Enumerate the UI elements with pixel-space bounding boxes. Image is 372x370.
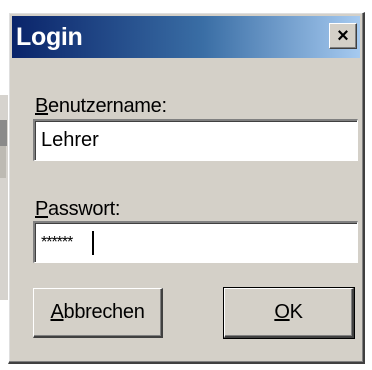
- ok-button-accelerator: O: [274, 301, 290, 323]
- close-button[interactable]: ×: [329, 23, 357, 49]
- ok-button[interactable]: OK: [223, 287, 355, 339]
- background-window-fragment: [0, 146, 6, 178]
- password-label-text: asswort:: [48, 198, 121, 220]
- dialog-title: Login: [16, 22, 83, 51]
- ok-button-label: K: [289, 301, 303, 323]
- background-window-strip: [0, 0, 372, 8]
- username-label-accelerator: B: [35, 95, 49, 117]
- cancel-button-label: bbrechen: [63, 301, 145, 323]
- cancel-button-accelerator: A: [50, 301, 64, 323]
- title-bar[interactable]: Login ×: [12, 16, 360, 58]
- username-label-text: enutzername:: [48, 95, 167, 117]
- background-window-fragment: [0, 300, 8, 350]
- cancel-button[interactable]: Abbrechen: [33, 288, 163, 338]
- password-field[interactable]: [33, 221, 358, 263]
- password-label-accelerator: P: [35, 198, 49, 220]
- close-icon: ×: [337, 25, 349, 47]
- username-label: Benutzername:: [35, 95, 167, 118]
- background-window-right: [364, 60, 372, 370]
- username-field[interactable]: [33, 119, 358, 161]
- text-caret: [92, 231, 94, 255]
- login-dialog: Login × Benutzername: Passwort: Abbreche…: [8, 12, 365, 364]
- background-window-fragment: [0, 120, 7, 146]
- password-label: Passwort:: [35, 198, 120, 221]
